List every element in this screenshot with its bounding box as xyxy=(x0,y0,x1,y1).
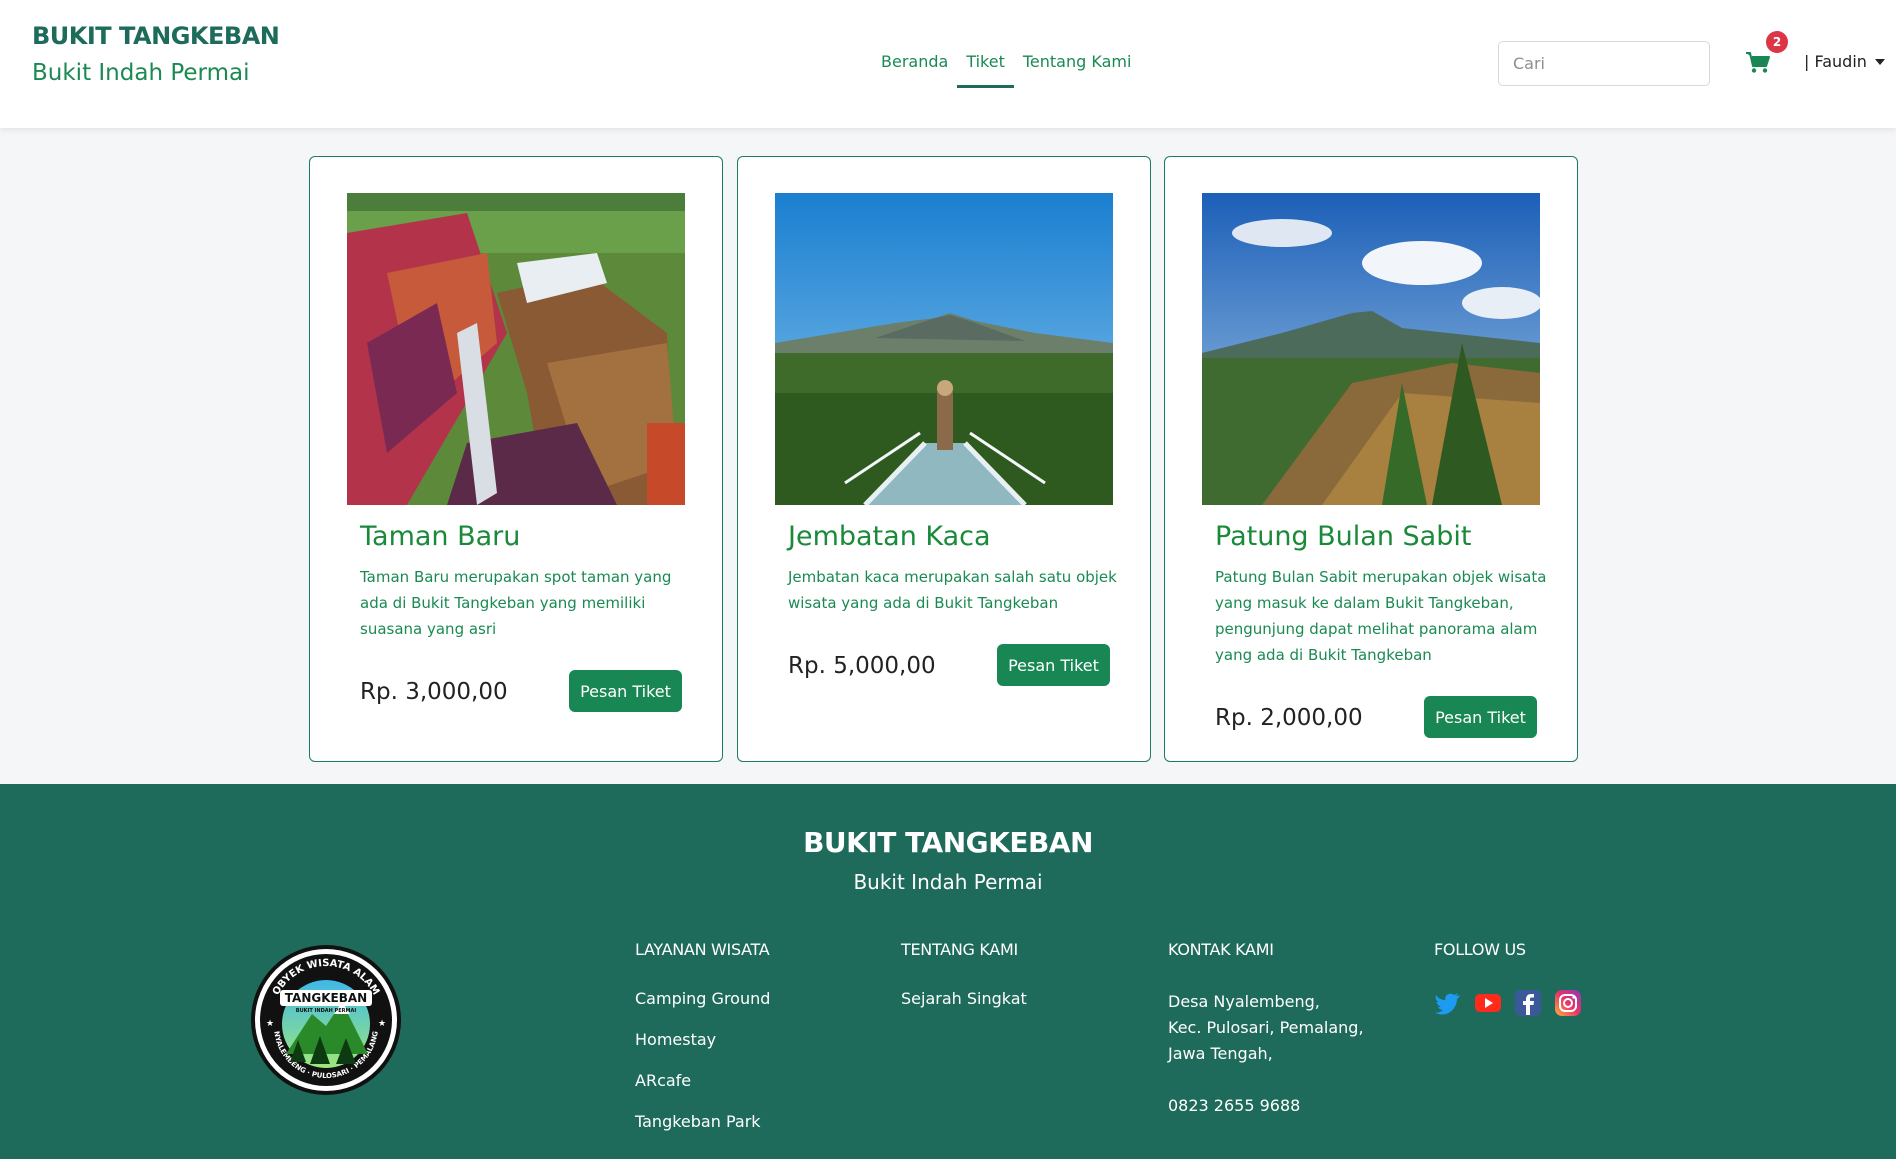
footer-subtitle: Bukit Indah Permai xyxy=(853,870,1043,894)
svg-text:BUKIT INDAH PERMAI: BUKIT INDAH PERMAI xyxy=(296,1008,357,1014)
card-price: Rp. 3,000,00 xyxy=(360,679,508,705)
footer-title: BUKIT TANGKEBAN xyxy=(803,826,1093,859)
card-description: Jembatan kaca merupakan salah satu objek… xyxy=(788,568,1117,612)
kontak-kami-column: KONTAK KAMI Desa Nyalembeng, Kec. Pulosa… xyxy=(1168,940,1364,1119)
card-title: Jembatan Kaca xyxy=(788,521,991,552)
social-icons xyxy=(1434,989,1582,1017)
link-arcafe[interactable]: ARcafe xyxy=(635,1071,770,1090)
youtube-icon[interactable] xyxy=(1474,989,1502,1017)
link-camping-ground[interactable]: Camping Ground xyxy=(635,989,770,1008)
pesan-tiket-button[interactable]: Pesan Tiket xyxy=(569,670,682,712)
nav-tentang-kami[interactable]: Tentang Kami xyxy=(1014,48,1141,88)
main-nav: Beranda Tiket Tentang Kami xyxy=(872,48,1140,88)
user-menu[interactable]: | Faudin xyxy=(1804,52,1885,71)
follow-us-column: FOLLOW US xyxy=(1434,940,1582,1017)
svg-text:★: ★ xyxy=(378,1018,386,1028)
twitter-icon[interactable] xyxy=(1434,989,1462,1017)
brand-title: BUKIT TANGKEBAN xyxy=(32,22,280,50)
tangkeban-logo: OBYEK WISATA ALAM NYALEMBENG · PULOSARI … xyxy=(250,944,402,1096)
link-sejarah-singkat[interactable]: Sejarah Singkat xyxy=(901,989,1027,1008)
svg-text:★: ★ xyxy=(266,1018,274,1028)
footer: BUKIT TANGKEBAN Bukit Indah Permai OBYEK… xyxy=(0,784,1896,1159)
card-image-taman-baru xyxy=(347,193,685,505)
chevron-down-icon xyxy=(1874,58,1885,65)
ticket-card: Patung Bulan Sabit Patung Bulan Sabit me… xyxy=(1164,156,1578,762)
brand-subtitle: Bukit Indah Permai xyxy=(32,60,250,86)
layanan-wisata-column: LAYANAN WISATA Camping Ground Homestay A… xyxy=(635,940,770,1153)
nav-beranda[interactable]: Beranda xyxy=(872,48,957,88)
link-tangkeban-park[interactable]: Tangkeban Park xyxy=(635,1112,770,1131)
tentang-heading: TENTANG KAMI xyxy=(901,940,1018,959)
ticket-card: Jembatan Kaca Jembatan kaca merupakan sa… xyxy=(737,156,1151,762)
follow-heading: FOLLOW US xyxy=(1434,940,1526,959)
card-image-jembatan-kaca xyxy=(775,193,1113,505)
card-description: Patung Bulan Sabit merupakan objek wisat… xyxy=(1215,568,1547,664)
phone-number: 0823 2655 9688 xyxy=(1168,1096,1301,1115)
address-line: Jawa Tengah, xyxy=(1168,1044,1273,1063)
pesan-tiket-button[interactable]: Pesan Tiket xyxy=(997,644,1110,686)
facebook-icon[interactable] xyxy=(1514,989,1542,1017)
shopping-cart-icon[interactable] xyxy=(1744,48,1772,76)
card-image-patung-bulan-sabit xyxy=(1202,193,1540,505)
top-navbar: BUKIT TANGKEBAN Bukit Indah Permai Beran… xyxy=(0,0,1896,128)
brand[interactable]: BUKIT TANGKEBAN Bukit Indah Permai xyxy=(32,22,280,86)
address-line: Kec. Pulosari, Pemalang, xyxy=(1168,1018,1364,1037)
tentang-kami-column: TENTANG KAMI Sejarah Singkat xyxy=(901,940,1027,1030)
card-price: Rp. 2,000,00 xyxy=(1215,705,1363,731)
ticket-card: Taman Baru Taman Baru merupakan spot tam… xyxy=(309,156,723,762)
kontak-heading: KONTAK KAMI xyxy=(1168,940,1274,959)
svg-text:TANGKEBAN: TANGKEBAN xyxy=(285,991,367,1005)
user-label: | Faudin xyxy=(1804,52,1867,71)
link-homestay[interactable]: Homestay xyxy=(635,1030,770,1049)
card-title: Taman Baru xyxy=(360,521,521,552)
layanan-heading: LAYANAN WISATA xyxy=(635,940,770,959)
address-line: Desa Nyalembeng, xyxy=(1168,992,1320,1011)
nav-tiket[interactable]: Tiket xyxy=(957,48,1014,88)
card-title: Patung Bulan Sabit xyxy=(1215,521,1472,552)
card-price: Rp. 5,000,00 xyxy=(788,653,936,679)
card-description: Taman Baru merupakan spot taman yang ada… xyxy=(360,568,672,638)
pesan-tiket-button[interactable]: Pesan Tiket xyxy=(1424,696,1537,738)
cart-count-badge: 2 xyxy=(1766,31,1788,53)
search-input[interactable] xyxy=(1498,41,1710,86)
instagram-icon[interactable] xyxy=(1554,989,1582,1017)
